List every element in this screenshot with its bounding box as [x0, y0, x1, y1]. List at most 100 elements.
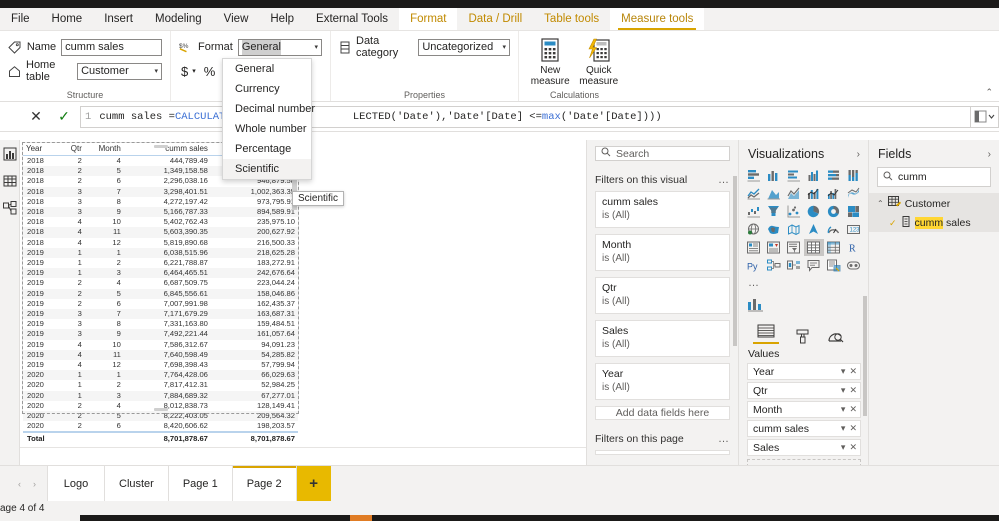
fields-item-cumm-sales[interactable]: ✓ cumm sales [869, 214, 999, 232]
filters-search-box[interactable]: Search [595, 146, 730, 161]
add-data-fields-dropzone[interactable]: Add data fields here [595, 406, 730, 420]
add-page-button[interactable]: + [296, 466, 331, 501]
page-prev-button[interactable]: ‹ [18, 479, 21, 489]
stacked-bar-chart-icon[interactable] [744, 167, 763, 184]
chevron-right-icon[interactable]: › [857, 149, 860, 160]
visual-resize-handle-top[interactable] [153, 145, 168, 148]
ribbon-tab-help[interactable]: Help [259, 8, 305, 30]
fields-table-customer[interactable]: ⌃ Customer [869, 193, 999, 214]
remove-field-icon[interactable]: ✕ [849, 385, 857, 396]
get-more-visuals-icon[interactable] [845, 257, 864, 274]
column-header-qtr[interactable]: Qtr [57, 143, 85, 156]
remove-field-icon[interactable]: ✕ [849, 366, 857, 377]
paginated-report-icon[interactable] [825, 257, 844, 274]
collapse-ribbon-icon[interactable]: ⌃ [985, 87, 993, 98]
ribbon-tab-view[interactable]: View [213, 8, 260, 30]
card-icon[interactable]: 123 [845, 221, 864, 238]
currency-button[interactable]: $ [181, 64, 188, 79]
chevron-down-icon[interactable]: ▾ [841, 423, 846, 434]
table-row[interactable]: 2019 4 10 7,586,312.67 94,091.23 [23, 340, 298, 350]
values-well-item[interactable]: cumm sales ▾ ✕ [747, 420, 861, 437]
table-row[interactable]: 2019 1 3 6,464,465.51 242,676.64 [23, 268, 298, 279]
key-influencers-icon[interactable] [784, 257, 803, 274]
format-combobox[interactable]: General ▾ [237, 38, 322, 56]
multi-row-card-icon[interactable] [744, 239, 763, 256]
format-option-whole-number[interactable]: Whole number [223, 119, 311, 139]
data-view-icon[interactable] [2, 173, 17, 188]
home-table-combobox[interactable]: Customer ▾ [77, 62, 162, 80]
formula-cancel-button[interactable]: ✕ [22, 103, 50, 131]
ribbon-tab-file[interactable]: File [0, 8, 41, 30]
ribbon-tab-insert[interactable]: Insert [93, 8, 144, 30]
chevron-down-icon[interactable]: ▾ [841, 442, 846, 453]
filter-card[interactable]: Qtr is (All) [595, 277, 730, 314]
format-option-general[interactable]: General [223, 59, 311, 79]
data-category-combobox[interactable]: Uncategorized ▾ [418, 38, 510, 56]
ribbon-tab-modeling[interactable]: Modeling [144, 8, 213, 30]
page-next-button[interactable]: › [33, 479, 36, 489]
values-well-item[interactable]: Year ▾ ✕ [747, 363, 861, 380]
tab-format[interactable] [795, 329, 811, 344]
format-option-decimal-number[interactable]: Decimal number [223, 99, 315, 119]
visual-resize-handle-bottom[interactable] [153, 408, 168, 411]
table-row[interactable]: 2020 2 6 8,420,606.62 198,203.57 [23, 421, 298, 432]
table-row[interactable]: 2020 1 2 7,817,412.31 52,984.25 [23, 380, 298, 390]
filter-card[interactable]: Year is (All) [595, 363, 730, 400]
page-tab-page-1[interactable]: Page 1 [167, 466, 233, 501]
visualizations-more-icon[interactable]: … [739, 276, 868, 293]
python-visual-icon[interactable]: Py [744, 257, 763, 274]
ribbon-tab-data-drill[interactable]: Data / Drill [457, 8, 533, 30]
pie-chart-icon[interactable] [804, 203, 823, 220]
filter-card[interactable]: cumm sales is (All) [595, 191, 730, 228]
table-row[interactable]: 2019 2 4 6,687,509.75 223,044.24 [23, 278, 298, 288]
table-row[interactable]: 2018 4 11 5,603,390.35 200,627.92 [23, 227, 298, 238]
table-row[interactable]: 2019 4 11 7,640,598.49 54,285.82 [23, 349, 298, 361]
100-stacked-bar-chart-icon[interactable] [825, 167, 844, 184]
filter-card[interactable]: Sales is (All) [595, 320, 730, 357]
column-header-month[interactable]: Month [84, 143, 124, 156]
matrix-icon[interactable] [825, 239, 844, 256]
page-add-data-fields-dropzone[interactable] [595, 450, 730, 455]
line-stacked-column-chart-icon[interactable] [804, 185, 823, 202]
stacked-area-chart-icon[interactable] [784, 185, 803, 202]
treemap-icon[interactable] [845, 203, 864, 220]
report-canvas[interactable]: Year Qtr Month cumm sales Sales 20182444… [20, 140, 586, 465]
filter-card[interactable]: Month is (All) [595, 234, 730, 271]
formula-expand-button[interactable] [971, 105, 999, 128]
table-row[interactable]: 2018 4 10 5,402,762.43 235,975.10 [23, 217, 298, 227]
table-row[interactable]: 2019 3 7 7,171,679.29 163,687.31 [23, 309, 298, 320]
line-chart-icon[interactable] [744, 185, 763, 202]
table-row[interactable]: 2019 1 2 6,221,788.87 183,272.91 [23, 258, 298, 268]
table-row[interactable]: 2020 1 3 7,884,689.32 67,277.01 [23, 390, 298, 401]
fields-search-input[interactable]: cumm [877, 167, 991, 187]
table-row[interactable]: 2019 1 1 6,038,515.96 218,625.28 [23, 247, 298, 259]
gauge-icon[interactable] [825, 221, 844, 238]
page-tab-page-2[interactable]: Page 2 [231, 466, 297, 501]
checkbox-checked-icon[interactable]: ✓ [889, 218, 897, 229]
tab-fields[interactable] [753, 324, 779, 344]
measure-name-input[interactable]: cumm sales [61, 38, 162, 56]
r-script-visual-icon[interactable]: R [845, 239, 864, 256]
table-row[interactable]: 2019 4 12 7,698,398.43 57,799.94 [23, 360, 298, 370]
table-row[interactable]: 2019 3 8 7,331,163.80 159,484.51 [23, 319, 298, 329]
format-option-currency[interactable]: Currency [223, 79, 311, 99]
table-row[interactable]: 2020 2 5 8,222,403.05 209,564.32 [23, 411, 298, 422]
filters-visual-more-icon[interactable]: … [718, 174, 730, 186]
map-icon[interactable] [744, 221, 763, 238]
decomposition-tree-icon[interactable] [764, 257, 783, 274]
table-row[interactable]: 2019 3 9 7,492,221.44 161,057.64 [23, 329, 298, 340]
table-row[interactable]: 2019 2 6 7,007,991.98 162,435.37 [23, 299, 298, 309]
chevron-up-icon[interactable]: ⌃ [877, 199, 884, 208]
chevron-down-icon[interactable]: ▾ [841, 404, 846, 415]
clustered-column-chart-icon[interactable] [804, 167, 823, 184]
smart-narrative-icon[interactable] [804, 257, 823, 274]
table-row[interactable]: 2018 3 8 4,272,197.42 973,795.91 [23, 197, 298, 207]
table-row[interactable]: 2018 3 9 5,166,787.33 894,589.91 [23, 207, 298, 218]
table-row[interactable]: 2018 4 12 5,819,890.68 216,500.33 [23, 238, 298, 248]
remove-field-icon[interactable]: ✕ [849, 423, 857, 434]
stacked-column-chart-icon[interactable] [764, 167, 783, 184]
filters-pane-scrollbar[interactable] [733, 176, 737, 346]
table-icon[interactable] [804, 239, 824, 256]
ribbon-tab-format[interactable]: Format [399, 8, 458, 30]
table-row[interactable]: 2020 1 1 7,764,428.06 66,029.63 [23, 370, 298, 381]
